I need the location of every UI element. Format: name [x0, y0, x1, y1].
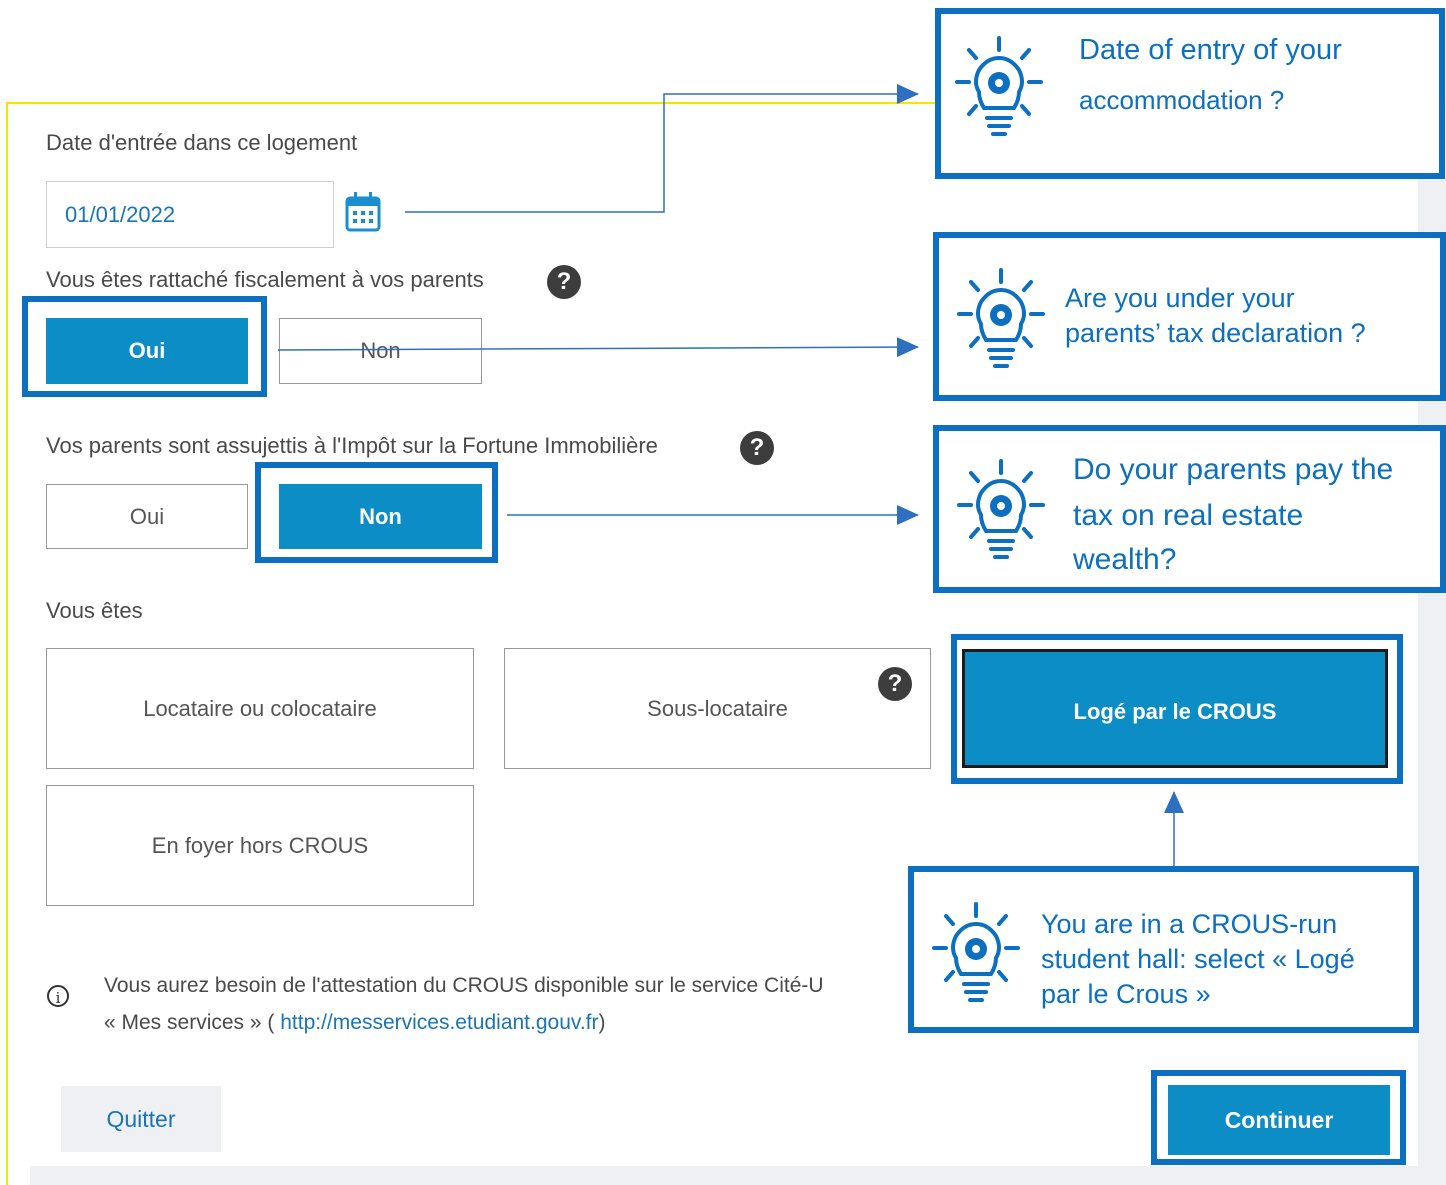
callout-date: Date of entry of your accommodation ? — [935, 8, 1445, 179]
callout-crous-line1: You are in a CROUS-run — [1041, 909, 1338, 939]
callout-crous: You are in a CROUS-run student hall: sel… — [908, 866, 1419, 1033]
lightbulb-icon — [953, 268, 1049, 383]
callout-crous-line3: par le Crous » — [1041, 979, 1211, 1009]
callout-date-line2: accommodation ? — [1079, 85, 1285, 115]
arrow-tax — [277, 337, 919, 358]
arrow-date — [405, 84, 919, 213]
lightbulb-icon — [928, 902, 1024, 1017]
lightbulb-icon — [951, 36, 1047, 151]
callout-tax-line1: Are you under your — [1065, 283, 1295, 313]
callout-ifi: Do your parents pay the tax on real esta… — [933, 425, 1446, 593]
callout-ifi-line1: Do your parents pay the — [1073, 453, 1394, 486]
callout-date-line1: Date of entry of your — [1079, 34, 1342, 66]
callout-crous-line2: student hall: select « Logé — [1041, 944, 1355, 974]
lightbulb-icon — [953, 459, 1049, 574]
callout-ifi-line3: wealth? — [1073, 543, 1177, 576]
callout-tax-line2: parents’ tax declaration ? — [1065, 318, 1366, 348]
callout-tax: Are you under your parents’ tax declarat… — [933, 232, 1446, 401]
callout-ifi-line2: tax on real estate — [1073, 499, 1304, 532]
